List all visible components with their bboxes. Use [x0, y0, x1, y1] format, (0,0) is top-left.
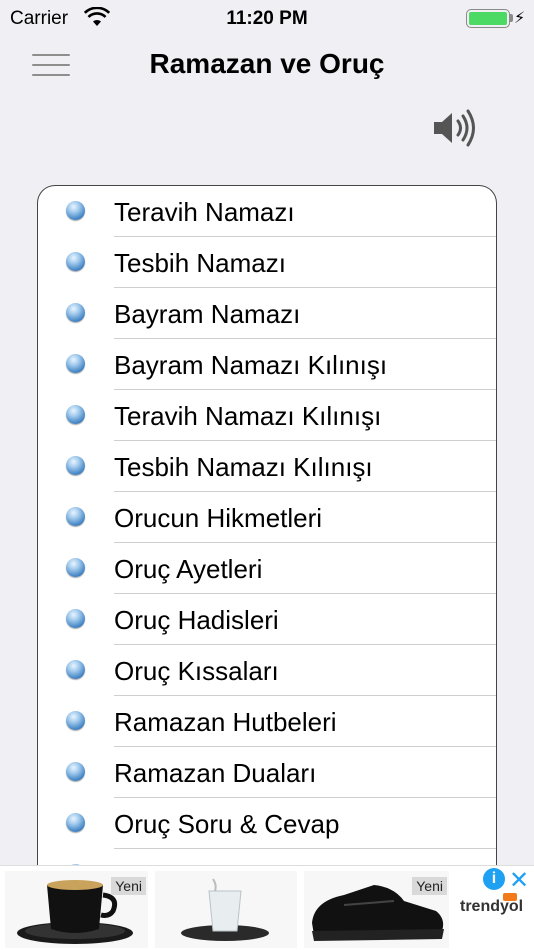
list-item-label: Oruç Kıssaları: [114, 656, 279, 686]
list-item[interactable]: Bayram Namazı: [38, 288, 496, 339]
topic-list: Teravih Namazı Tesbih Namazı Bayram Namazı…: [37, 185, 497, 905]
list-item[interactable]: Orucun Hikmetleri: [38, 492, 496, 543]
list-item[interactable]: Oruç Soru & Cevap: [38, 798, 496, 849]
battery-cap: [510, 14, 513, 22]
blue-bullet-icon: [66, 660, 85, 679]
list-item[interactable]: Tesbih Namazı Kılınışı: [38, 441, 496, 492]
list-item-label: Oruç Hadisleri: [114, 605, 279, 635]
list-item[interactable]: Tesbih Namazı: [38, 237, 496, 288]
blue-bullet-icon: [66, 558, 85, 577]
list-item[interactable]: Oruç Ayetleri: [38, 543, 496, 594]
list-item[interactable]: Teravih Namazı: [38, 186, 496, 237]
list-item-label: Tesbih Namazı: [114, 248, 286, 278]
list-item[interactable]: Teravih Namazı Kılınışı: [38, 390, 496, 441]
list-item-label: Teravih Namazı Kılınışı: [114, 401, 382, 431]
list-item-label: Orucun Hikmetleri: [114, 503, 323, 533]
list-item[interactable]: Ramazan Hutbeleri: [38, 696, 496, 747]
ad-close-icon[interactable]: ✕: [509, 866, 529, 895]
speaker-icon[interactable]: [432, 108, 478, 148]
blue-bullet-icon: [66, 507, 85, 526]
list-item-label: Ramazan Duaları: [114, 758, 317, 788]
list-item-label: Teravih Namazı: [114, 197, 295, 227]
ad-product-cup-black[interactable]: Yeni: [5, 871, 148, 948]
ad-brand-tag: [503, 893, 517, 901]
list-item-label: Bayram Namazı Kılınışı: [114, 350, 388, 380]
blue-bullet-icon: [66, 405, 85, 424]
tea-glass-image: [181, 878, 269, 941]
page-title: Ramazan ve Oruç: [149, 48, 385, 79]
blue-bullet-icon: [66, 711, 85, 730]
list-item-label: Bayram Namazı: [114, 299, 301, 329]
ad-product-sneaker[interactable]: Yeni: [304, 871, 449, 948]
ad-banner[interactable]: Yeni Yeni: [0, 865, 534, 950]
blue-bullet-icon: [66, 609, 85, 628]
blue-bullet-icon: [66, 303, 85, 322]
battery-level-fill: [469, 12, 507, 25]
battery-icon: [466, 9, 510, 28]
list-item[interactable]: Oruç Kıssaları: [38, 645, 496, 696]
ad-badge-new: Yeni: [412, 877, 447, 895]
list-item-label: Oruç Soru & Cevap: [114, 809, 340, 839]
blue-bullet-icon: [66, 456, 85, 475]
list-item[interactable]: Oruç Hadisleri: [38, 594, 496, 645]
blue-bullet-icon: [66, 813, 85, 832]
charging-bolt-icon: ⚡: [514, 10, 526, 27]
blue-bullet-icon: [66, 354, 85, 373]
blue-bullet-icon: [66, 762, 85, 781]
status-time: 11:20 PM: [226, 8, 308, 29]
ad-info-icon[interactable]: i: [483, 868, 505, 890]
list-item-label: Oruç Ayetleri: [114, 554, 263, 584]
list-item[interactable]: Bayram Namazı Kılınışı: [38, 339, 496, 390]
ad-product-glass[interactable]: [155, 871, 297, 948]
blue-bullet-icon: [66, 252, 85, 271]
blue-bullet-icon: [66, 201, 85, 220]
status-bar: Carrier 11:20 PM ⚡: [0, 0, 534, 38]
list-item-label: Tesbih Namazı Kılınışı: [114, 452, 373, 482]
list-item-label: Ramazan Hutbeleri: [114, 707, 337, 737]
list-item[interactable]: Ramazan Duaları: [38, 747, 496, 798]
ad-badge-new: Yeni: [111, 877, 146, 895]
